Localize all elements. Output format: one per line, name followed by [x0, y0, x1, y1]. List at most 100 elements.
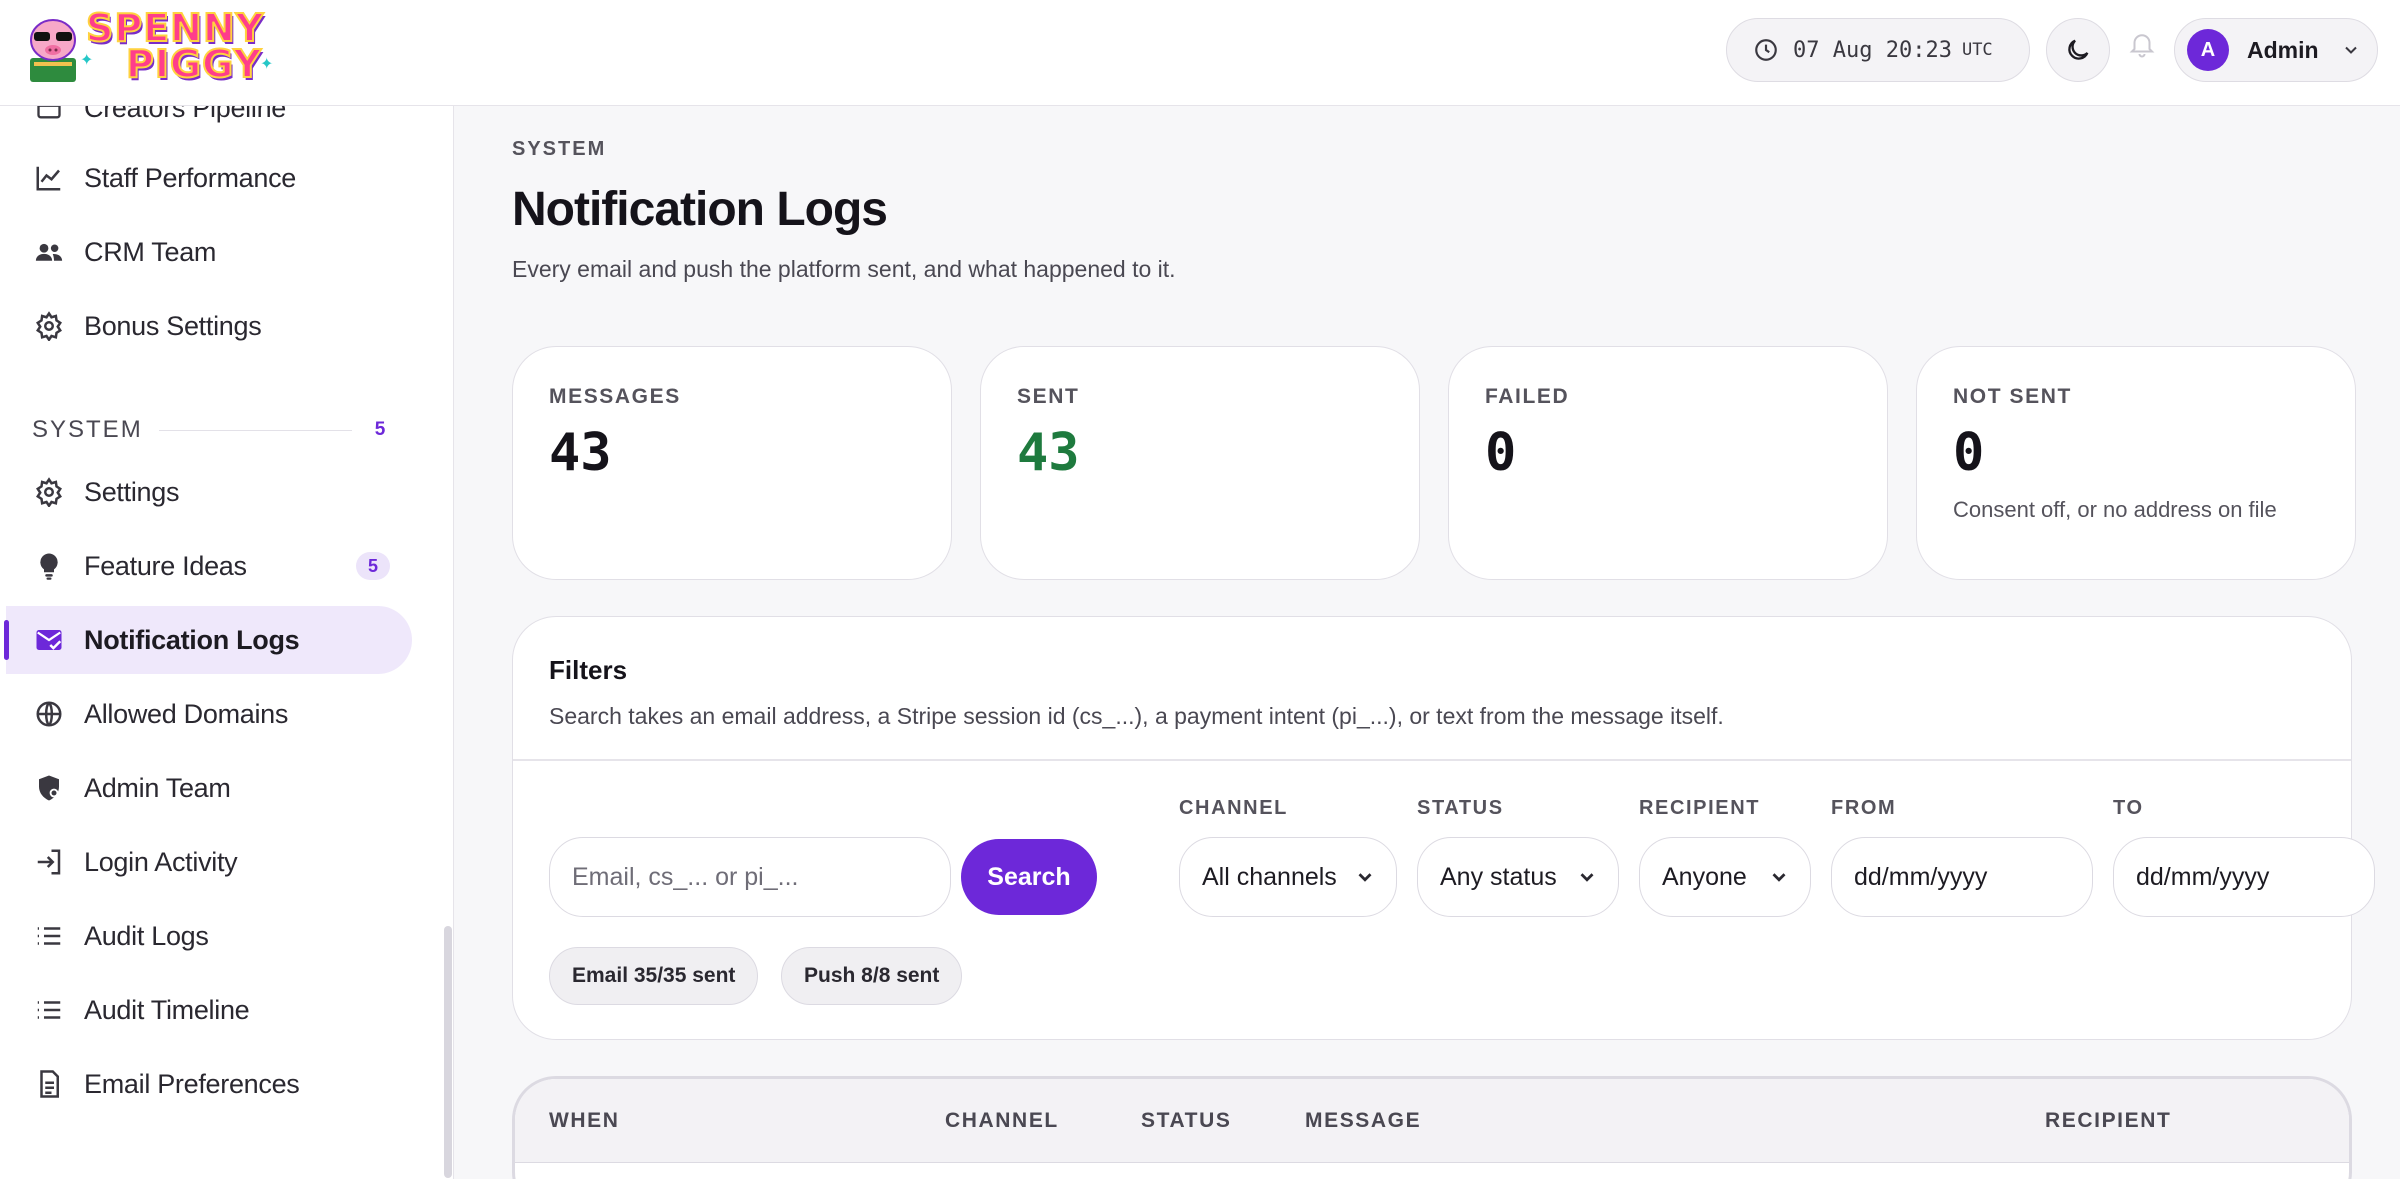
stat-card-not-sent: NOT SENT 0 Consent off, or no address on…	[1916, 346, 2356, 580]
sidebar-item-label: Allowed Domains	[84, 698, 289, 729]
sidebar-item-audit-timeline[interactable]: Audit Timeline	[6, 976, 412, 1044]
chevron-down-icon	[1772, 873, 1786, 882]
avatar: A	[2187, 29, 2229, 71]
sidebar-item-creators-pipeline[interactable]: Creators Pipeline	[6, 106, 412, 142]
page-subtitle: Every email and push the platform sent, …	[512, 256, 1176, 282]
list-icon	[32, 993, 66, 1027]
column-header-message[interactable]: MESSAGE	[1305, 1109, 1421, 1133]
sidebar-item-label: Login Activity	[84, 846, 238, 877]
filters-description: Search takes an email address, a Stripe …	[549, 703, 1724, 729]
gear-icon	[32, 475, 66, 509]
sidebar: Creators Pipeline Staff Performance CRM …	[0, 106, 454, 1179]
shield-user-icon	[32, 771, 66, 805]
list-icon	[32, 919, 66, 953]
document-icon	[32, 1067, 66, 1101]
sidebar-item-feature-ideas[interactable]: Feature Ideas 5	[6, 532, 412, 600]
chart-line-icon	[32, 161, 66, 195]
sidebar-item-label: Admin Team	[84, 772, 231, 803]
logs-table: WHEN CHANNEL STATUS MESSAGE RECIPIENT	[512, 1076, 2352, 1179]
sidebar-item-label: Feature Ideas	[84, 550, 247, 581]
section-title: SYSTEM	[32, 416, 143, 443]
notifications-button[interactable]	[2124, 24, 2160, 64]
login-icon	[32, 845, 66, 879]
chevron-down-icon	[2344, 46, 2357, 54]
sidebar-item-staff-performance[interactable]: Staff Performance	[6, 144, 412, 212]
utc-clock: 07 Aug 20:23 UTC	[1726, 18, 2030, 82]
sidebar-item-label: Audit Logs	[84, 920, 209, 951]
filters-divider	[513, 759, 2351, 761]
filters-panel: Filters Search takes an email address, a…	[512, 616, 2375, 1040]
column-header-status[interactable]: STATUS	[1141, 1109, 1231, 1133]
sidebar-item-notification-logs[interactable]: Notification Logs	[4, 606, 412, 674]
clock-time: 07 Aug 20:23	[1793, 37, 1952, 63]
column-header-recipient[interactable]: RECIPIENT	[2045, 1109, 2171, 1133]
push-summary-chip[interactable]: Push 8/8 sent	[781, 947, 963, 1005]
table-header: WHEN CHANNEL STATUS MESSAGE RECIPIENT	[515, 1079, 2349, 1163]
clock-timezone: UTC	[1961, 40, 1993, 60]
clock-icon	[1755, 39, 1777, 61]
sidebar-item-login-activity[interactable]: Login Activity	[6, 828, 412, 896]
stat-value: 43	[549, 423, 612, 483]
stat-value: 0	[1953, 423, 1985, 483]
chevron-down-icon	[1580, 873, 1594, 882]
main-content: SYSTEM Notification Logs Every email and…	[454, 106, 2400, 1179]
search-input[interactable]: Email, cs_... or pi_...	[549, 837, 951, 917]
search-button[interactable]: Search	[961, 839, 1097, 915]
sidebar-item-label: Creators Pipeline	[84, 106, 287, 123]
section-divider	[158, 429, 352, 431]
to-date-input[interactable]: dd/mm/yyyy	[2113, 837, 2375, 917]
sidebar-item-audit-logs[interactable]: Audit Logs	[6, 902, 412, 970]
bell-icon	[2129, 34, 2155, 58]
column-header-channel[interactable]: CHANNEL	[945, 1109, 1059, 1133]
sidebar-item-bonus-settings[interactable]: Bonus Settings	[6, 292, 412, 360]
stat-label: FAILED	[1485, 385, 1570, 408]
sidebar-item-settings[interactable]: Settings	[6, 458, 412, 526]
gear-icon	[32, 309, 66, 343]
user-name: Admin	[2247, 36, 2319, 63]
sidebar-scrollbar[interactable]	[444, 926, 452, 1178]
stat-card-messages: MESSAGES 43	[512, 346, 952, 580]
filters-title: Filters	[549, 655, 628, 685]
recipient-label: RECIPIENT	[1639, 797, 1761, 819]
stat-label: NOT SENT	[1953, 385, 2072, 408]
brand-wordmark: SPENNY PIGGY	[85, 6, 265, 86]
sidebar-item-email-preferences[interactable]: Email Preferences	[6, 1050, 412, 1118]
sidebar-item-label: Staff Performance	[84, 162, 297, 193]
column-header-when[interactable]: WHEN	[549, 1109, 620, 1133]
sidebar-item-allowed-domains[interactable]: Allowed Domains	[6, 680, 412, 748]
status-label: STATUS	[1417, 797, 1504, 819]
from-label: FROM	[1831, 797, 1897, 819]
status-select[interactable]: Any status	[1417, 837, 1619, 917]
sidebar-item-label: Bonus Settings	[84, 310, 262, 341]
pipeline-icon	[32, 106, 66, 125]
count-badge: 5	[356, 552, 390, 580]
page-eyebrow: SYSTEM	[512, 138, 607, 160]
to-label: TO	[2113, 797, 2144, 819]
status-value: Any status	[1440, 862, 1557, 891]
mail-check-icon	[32, 623, 66, 657]
email-summary-chip[interactable]: Email 35/35 sent	[549, 947, 759, 1005]
channel-value: All channels	[1202, 862, 1337, 891]
stat-card-failed: FAILED 0	[1448, 346, 1888, 580]
sparkle-icon: ✦	[80, 52, 94, 69]
brand-logo[interactable]: SPENNY PIGGY ✦ ✦	[24, 6, 274, 90]
from-date-input[interactable]: dd/mm/yyyy	[1831, 837, 2093, 917]
sidebar-item-label: CRM Team	[84, 236, 217, 267]
sidebar-item-admin-team[interactable]: Admin Team	[6, 754, 412, 822]
users-icon	[32, 235, 66, 269]
recipient-value: Anyone	[1662, 862, 1747, 891]
moon-icon	[2068, 39, 2089, 60]
user-menu-button[interactable]: A Admin	[2174, 18, 2378, 82]
stat-card-sent: SENT 43	[980, 346, 1420, 580]
stat-note: Consent off, or no address on file	[1953, 497, 2277, 522]
channel-select[interactable]: All channels	[1179, 837, 1397, 917]
sidebar-item-crm-team[interactable]: CRM Team	[6, 218, 412, 286]
page-title: Notification Logs	[512, 183, 888, 236]
sidebar-section-system: SYSTEM 5	[32, 410, 392, 450]
theme-toggle-button[interactable]	[2046, 18, 2110, 82]
globe-icon	[32, 697, 66, 731]
pig-mascot-icon	[30, 19, 76, 82]
lightbulb-icon	[32, 549, 66, 583]
recipient-select[interactable]: Anyone	[1639, 837, 1811, 917]
sparkle-icon: ✦	[260, 56, 274, 73]
